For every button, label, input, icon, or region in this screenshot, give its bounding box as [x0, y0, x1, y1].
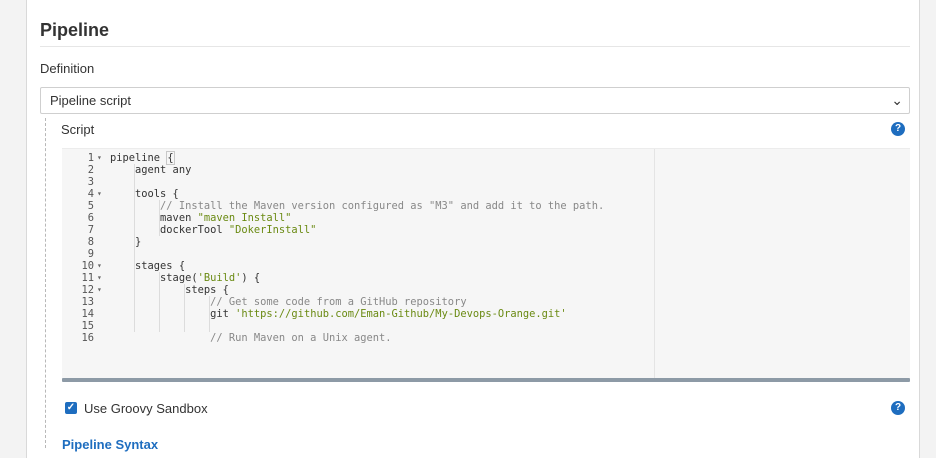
code-text: // Run Maven on a Unix agent. [110, 332, 392, 344]
code-text: // Get some code from a GitHub repositor… [110, 296, 467, 308]
help-icon[interactable]: ? [891, 401, 905, 415]
definition-select[interactable]: Pipeline script ⌄ [40, 87, 910, 114]
code-token: stage( [110, 272, 198, 284]
code-line: 7 dockerTool "DokerInstall" [62, 224, 910, 236]
line-number: 5 [87, 200, 94, 212]
code-text: maven "maven Install" [110, 212, 291, 224]
code-line: 14 git 'https://github.com/Eman-Github/M… [62, 308, 910, 320]
code-token: maven [110, 212, 198, 224]
code-token: tools { [110, 188, 179, 200]
line-number: 10 [81, 260, 94, 272]
code-token: ) { [241, 272, 261, 284]
code-token: pipeline [110, 152, 167, 164]
line-number: 15 [81, 320, 94, 332]
code-token: // Get some code from a GitHub repositor… [110, 296, 467, 308]
code-token: git [110, 308, 236, 320]
fold-arrow-icon[interactable]: ▾ [97, 284, 102, 296]
code-line: 1 ▾ pipeline { [62, 151, 910, 165]
fold-arrow-icon[interactable]: ▾ [97, 260, 102, 272]
code-token: } [110, 236, 142, 248]
code-line: 10 ▾ stages { [62, 260, 910, 272]
code-text: git 'https://github.com/Eman-Github/My-D… [110, 308, 567, 320]
code-line: 13 // Get some code from a GitHub reposi… [62, 296, 910, 308]
code-line: 2 agent any [62, 164, 910, 176]
line-number: 2 [87, 164, 94, 176]
editor-horizontal-scrollbar[interactable] [62, 378, 910, 382]
section-indent-guide [45, 118, 46, 448]
help-icon[interactable]: ? [891, 122, 905, 136]
line-number: 9 [87, 248, 94, 260]
groovy-sandbox-label: Use Groovy Sandbox [84, 401, 208, 416]
line-number: 1 [87, 152, 94, 164]
code-line: 15 [62, 320, 910, 332]
line-number: 16 [81, 332, 94, 344]
code-line: 5 // Install the Maven version configure… [62, 200, 910, 212]
code-text: } [110, 236, 141, 248]
code-token: agent any [110, 164, 192, 176]
chevron-down-icon: ⌄ [891, 92, 903, 108]
code-token: stages { [110, 260, 186, 272]
code-text: stage('Build') { [110, 272, 260, 284]
line-number: 3 [87, 176, 94, 188]
code-line: 3 [62, 176, 910, 188]
section-divider [40, 46, 910, 47]
code-line: 11 ▾ stage('Build') { [62, 272, 910, 284]
fold-arrow-icon[interactable]: ▾ [97, 188, 102, 200]
code-line: 4 ▾ tools { [62, 188, 910, 200]
code-line: 9 [62, 248, 910, 260]
script-label: Script [61, 122, 95, 137]
groovy-sandbox-checkbox[interactable]: ✓ [65, 402, 77, 414]
line-number: 13 [81, 296, 94, 308]
code-line: 6 maven "maven Install" [62, 212, 910, 224]
line-number: 12 [81, 284, 94, 296]
code-token: // Install the Maven version configured … [110, 200, 605, 212]
code-text: pipeline { [110, 151, 175, 165]
code-text: tools { [110, 188, 179, 200]
definition-label: Definition [40, 61, 95, 76]
code-line: 12 ▾ steps { [62, 284, 910, 296]
code-token: steps { [110, 284, 229, 296]
code-text: dockerTool "DokerInstall" [110, 224, 316, 236]
pipeline-syntax-link[interactable]: Pipeline Syntax [62, 437, 158, 452]
definition-select-value: Pipeline script [50, 93, 131, 108]
fold-arrow-icon[interactable]: ▾ [97, 152, 102, 164]
code-token: "DokerInstall" [228, 224, 317, 236]
code-line: 8 } [62, 236, 910, 248]
section-title: Pipeline [40, 20, 110, 40]
code-line: 16 // Run Maven on a Unix agent. [62, 332, 910, 344]
line-number: 8 [87, 236, 94, 248]
code-token: // Run Maven on a Unix agent. [110, 332, 392, 344]
line-number: 11 [81, 272, 94, 284]
code-token: { [166, 151, 175, 165]
line-number: 6 [87, 212, 94, 224]
code-token: "maven Install" [197, 212, 292, 224]
code-text: agent any [110, 164, 191, 176]
line-number: 7 [87, 224, 94, 236]
code-token: 'Build' [197, 272, 242, 284]
code-text: steps { [110, 284, 229, 296]
code-text: // Install the Maven version configured … [110, 200, 604, 212]
code-text: stages { [110, 260, 185, 272]
fold-arrow-icon[interactable]: ▾ [97, 272, 102, 284]
line-number: 4 [87, 188, 94, 200]
script-editor[interactable]: 1 ▾ pipeline {2 agent any 3 4 ▾ tools {5 // I… [62, 148, 910, 381]
line-number: 14 [81, 308, 94, 320]
code-token: 'https://github.com/Eman-Github/My-Devop… [235, 308, 567, 320]
code-token: dockerTool [110, 224, 229, 236]
